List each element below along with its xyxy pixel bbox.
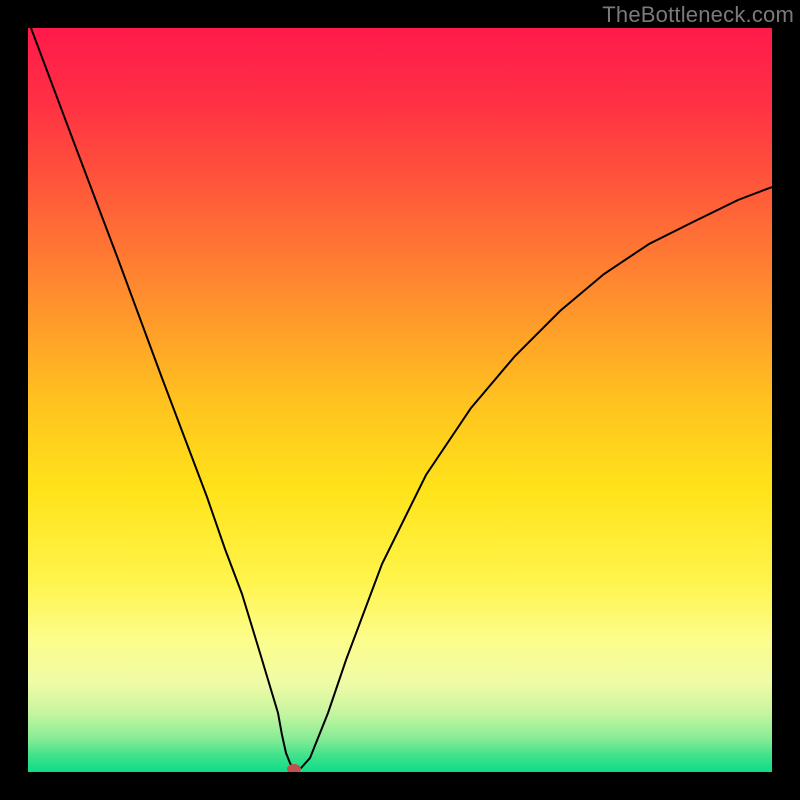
- bottleneck-curve: [31, 28, 772, 770]
- watermark-text: TheBottleneck.com: [602, 2, 794, 28]
- plot-area: [28, 28, 772, 772]
- chart-frame: TheBottleneck.com: [0, 0, 800, 800]
- min-point-marker: [287, 764, 301, 772]
- curve-layer: [28, 28, 772, 772]
